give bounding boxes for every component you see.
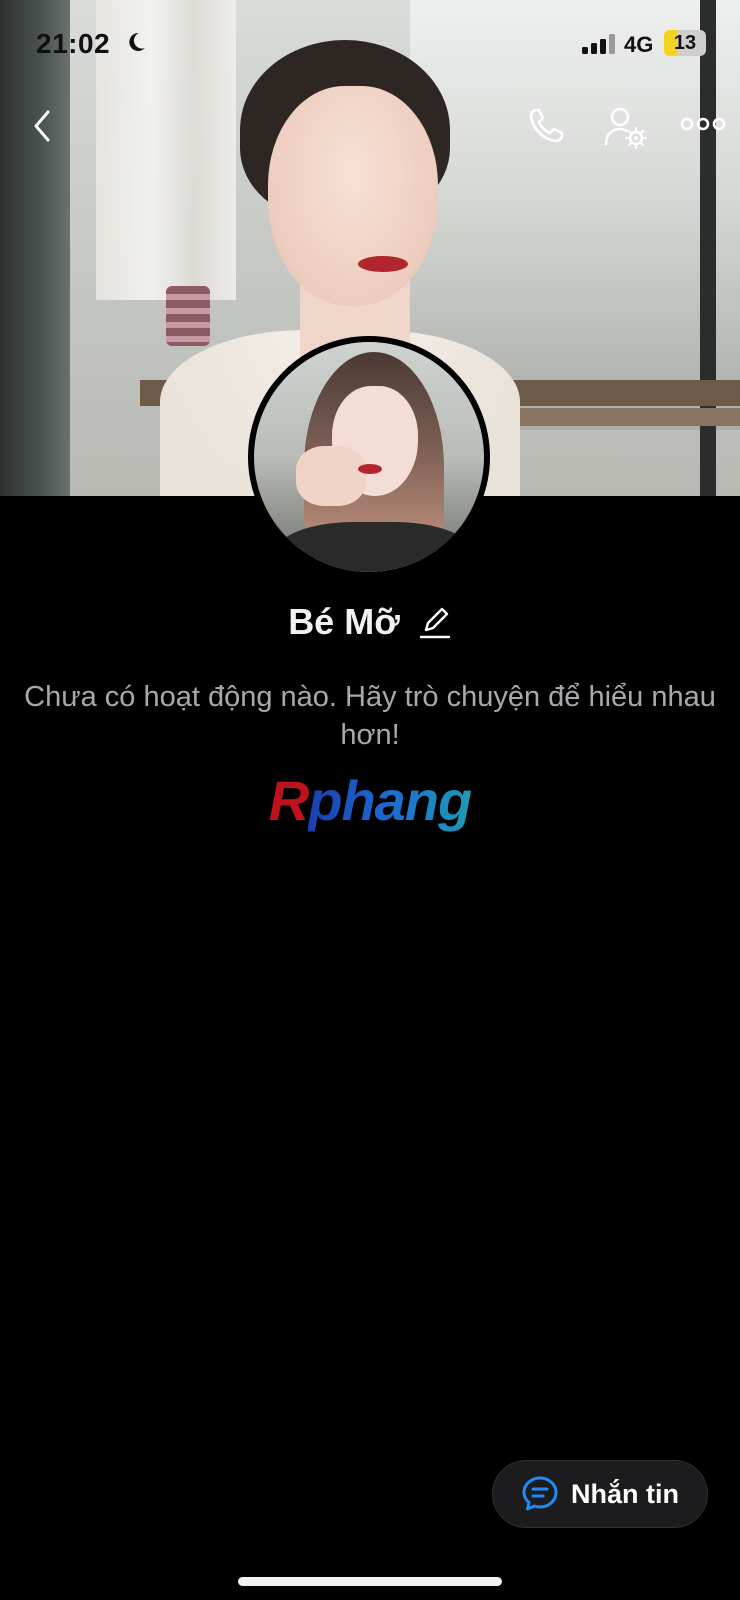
- avatar[interactable]: [248, 336, 490, 578]
- cover-person-face: [268, 86, 438, 306]
- empty-activity-message: Chưa có hoạt động nào. Hãy trò chuyện để…: [24, 681, 716, 751]
- chat-bubble-icon: [522, 1476, 558, 1511]
- battery-indicator: 13: [664, 30, 706, 56]
- avatar-shirt: [274, 522, 474, 572]
- profile-name-row: Bé Mỡ: [0, 596, 740, 648]
- battery-level: 13: [673, 32, 697, 54]
- cover-person-lips: [358, 256, 408, 272]
- watermark-rest: phang: [308, 769, 472, 832]
- profile-settings-icon[interactable]: [602, 104, 648, 150]
- moon-icon: [129, 32, 145, 51]
- home-indicator[interactable]: [238, 1577, 502, 1586]
- message-button[interactable]: Nhắn tin: [492, 1460, 708, 1528]
- watermark-first-letter: R: [268, 769, 309, 832]
- profile-name: Bé Mỡ: [288, 601, 400, 642]
- avatar-photo: [254, 342, 484, 572]
- phone-icon[interactable]: [524, 104, 568, 148]
- message-button-label: Nhắn tin: [571, 1478, 679, 1509]
- avatar-mouth: [358, 464, 382, 474]
- more-icon[interactable]: [680, 112, 726, 136]
- avatar-hand: [296, 446, 366, 506]
- back-icon[interactable]: [26, 106, 62, 146]
- watermark-logo: Rphang: [0, 768, 740, 833]
- cover-cups: [166, 286, 210, 346]
- edit-name-icon[interactable]: [418, 604, 452, 640]
- signal-icon: [582, 34, 615, 54]
- status-time: 21:02: [36, 28, 111, 59]
- status-bar: 21:02 4G 13: [0, 0, 740, 90]
- network-type: 4G: [624, 32, 654, 57]
- profile-screen: 21:02 4G 13 Bé Mỡ Chưa có hoạt động nào.…: [0, 0, 740, 1600]
